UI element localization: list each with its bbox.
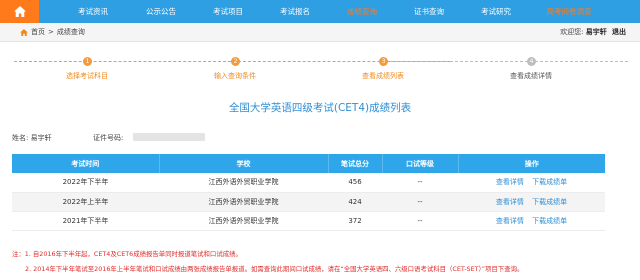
cell-actions: 查看详情 下载成绩单 xyxy=(458,211,605,231)
nav-item-registration[interactable]: 考试报名 xyxy=(264,0,326,23)
download-report-link[interactable]: 下载成绩单 xyxy=(532,217,567,225)
step-4-marker: 4 xyxy=(527,57,536,66)
view-details-link[interactable]: 查看详情 xyxy=(496,178,524,186)
nav-item-score-query[interactable]: 成绩查询 xyxy=(331,0,393,23)
welcome-text: 欢迎您: xyxy=(560,28,584,36)
cell-school: 江西外语外贸职业学院 xyxy=(159,173,328,193)
nav-item-research[interactable]: 考试研究 xyxy=(465,0,527,23)
cell-exam-time: 2022年上半年 xyxy=(12,192,159,212)
breadcrumb-home-link[interactable]: 首页 xyxy=(31,23,45,42)
id-label: 证件号码: xyxy=(93,134,124,142)
top-navigation: 考试资讯 公示公告 考试项目 考试报名 成绩查询 证书查询 考试研究 高考问卷调… xyxy=(0,0,640,23)
breadcrumb-current: 成绩查询 xyxy=(56,28,85,36)
name-value: 易宇轩 xyxy=(30,134,52,142)
redacted-id-number xyxy=(133,133,205,141)
home-icon xyxy=(13,6,26,17)
breadcrumb-bar: 首页 > 成绩查询 欢迎您: 易宇轩 退出 xyxy=(0,23,640,42)
cell-oral: -- xyxy=(382,192,458,212)
user-name: 易宇轩 xyxy=(585,28,607,36)
col-exam-time: 考试时间 xyxy=(12,154,160,173)
nav-item-exams[interactable]: 考试项目 xyxy=(197,0,259,23)
col-actions: 操作 xyxy=(458,154,605,173)
score-table: 考试时间 学校 笔试总分 口试等级 操作 2022年下半年 江西外语外贸职业学院… xyxy=(12,154,605,231)
page-title: 全国大学英语四级考试(CET4)成绩列表 xyxy=(228,102,412,114)
breadcrumb-separator: > xyxy=(48,28,54,36)
step-1-marker: 1 xyxy=(83,57,92,66)
cell-school: 江西外语外贸职业学院 xyxy=(159,192,328,212)
cell-oral: -- xyxy=(382,173,458,193)
col-school: 学校 xyxy=(159,154,329,173)
note-2: 2. 2014年下半年笔试至2016年上半年笔试和口试成绩由两张成绩报告单报道。… xyxy=(25,265,524,273)
breadcrumb: 首页 > 成绩查询 xyxy=(20,23,85,42)
name-label: 姓名: xyxy=(12,134,29,142)
step-3-label: 查看成绩列表 xyxy=(362,72,404,80)
home-button[interactable] xyxy=(0,0,39,23)
step-3-marker: 3 xyxy=(379,57,388,66)
cell-exam-time: 2022年下半年 xyxy=(12,173,159,193)
download-report-link[interactable]: 下载成绩单 xyxy=(532,198,567,206)
cell-school: 江西外语外贸职业学院 xyxy=(159,211,328,231)
nav-item-certificate-query[interactable]: 证书查询 xyxy=(398,0,460,23)
cell-actions: 查看详情 下载成绩单 xyxy=(458,173,605,193)
view-details-link[interactable]: 查看详情 xyxy=(496,217,524,225)
nav-item-announcements[interactable]: 公示公告 xyxy=(130,0,192,23)
cell-oral: -- xyxy=(382,211,458,231)
table-row: 2022年下半年 江西外语外贸职业学院 456 -- 查看详情 下载成绩单 xyxy=(12,173,605,193)
step-1-label: 选择考试科目 xyxy=(66,72,108,80)
nav-item-survey[interactable]: 高考问卷调查 xyxy=(533,0,605,23)
step-2-label: 输入查询条件 xyxy=(214,72,256,80)
table-row: 2021年下半年 江西外语外贸职业学院 372 -- 查看详情 下载成绩单 xyxy=(12,211,605,231)
view-details-link[interactable]: 查看详情 xyxy=(496,198,524,206)
table-row: 2022年上半年 江西外语外贸职业学院 424 -- 查看详情 下载成绩单 xyxy=(12,192,605,212)
cell-score: 424 xyxy=(328,192,382,212)
logout-link[interactable]: 退出 xyxy=(612,28,626,36)
candidate-name: 姓名: 易宇轩 xyxy=(12,133,52,143)
step-remaining-line xyxy=(385,61,628,62)
cell-score: 456 xyxy=(328,173,382,193)
col-oral-grade: 口试等级 xyxy=(382,154,459,173)
step-2-marker: 2 xyxy=(231,57,240,66)
cell-actions: 查看详情 下载成绩单 xyxy=(458,192,605,212)
cell-exam-time: 2021年下半年 xyxy=(12,211,159,231)
col-written-score: 笔试总分 xyxy=(328,154,383,173)
user-welcome: 欢迎您: 易宇轩 退出 xyxy=(560,23,626,42)
download-report-link[interactable]: 下载成绩单 xyxy=(532,178,567,186)
note-1: 注：1. 自2016年下半年起，CET4及CET6成绩报告单同时报道笔试和口试成… xyxy=(12,250,242,258)
table-header-row: 考试时间 学校 笔试总分 口试等级 操作 xyxy=(12,154,605,173)
house-icon xyxy=(20,29,28,36)
nav-item-news[interactable]: 考试资讯 xyxy=(62,0,124,23)
step-4-label: 查看成绩详情 xyxy=(510,72,552,80)
cell-score: 372 xyxy=(328,211,382,231)
